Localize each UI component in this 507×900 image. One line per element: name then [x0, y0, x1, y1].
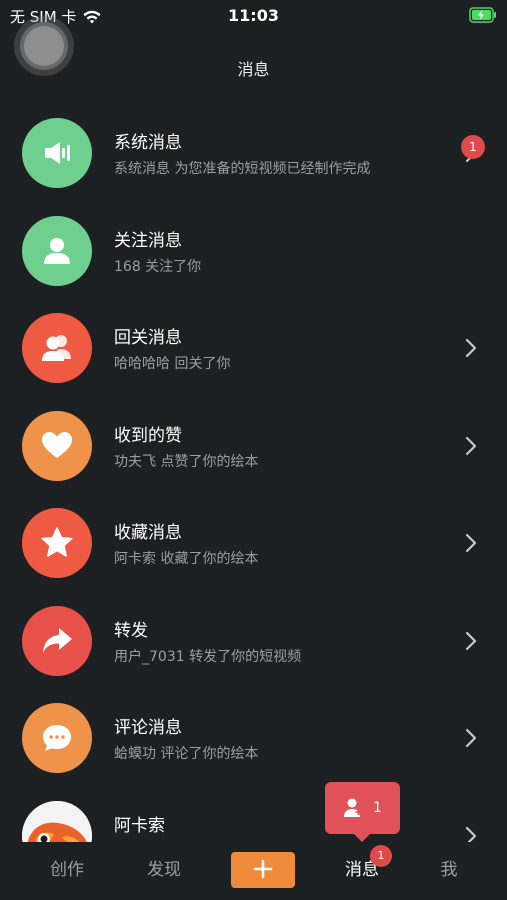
tab-unread-badge: 1: [370, 845, 392, 867]
item-title: 系统消息: [114, 133, 182, 153]
comments-avatar: [22, 703, 92, 773]
chevron-right-icon: [465, 436, 477, 455]
new-follower-toast[interactable]: 1: [325, 782, 400, 842]
heart-icon: [42, 431, 72, 458]
page-title: 消息: [237, 60, 270, 79]
tab-discover[interactable]: 发现: [134, 855, 194, 880]
list-item-follow[interactable]: 关注消息 168 关注了你: [0, 202, 507, 300]
likes-avatar: [22, 410, 92, 481]
list-item-follow-back[interactable]: 回关消息 哈哈哈哈 回关了你: [0, 299, 507, 397]
chevron-right-icon: [465, 631, 477, 650]
item-title: 转发: [114, 620, 148, 641]
list-item-share[interactable]: 转发 用户_7031 转发了你的短视频: [0, 592, 507, 690]
users-icon: [42, 335, 71, 361]
chevron-right-icon: [465, 728, 477, 748]
add-user-icon: [344, 798, 362, 817]
item-subtitle: 系统消息 为您准备的短视频已经制作完成: [114, 161, 371, 177]
message-list: 系统消息 系统消息 为您准备的短视频已经制作完成 关注消息 168 关注了你 回…: [0, 104, 507, 884]
system-avatar: [22, 118, 92, 188]
item-subtitle: 168 关注了你: [114, 258, 202, 275]
share-icon: [43, 627, 72, 653]
item-title: 评论消息: [114, 718, 182, 738]
toast-count: 1: [373, 800, 382, 816]
status-bar: 无 SIM 卡 11:03: [0, 0, 507, 32]
list-item-favorites[interactable]: 收藏消息 阿卡索 收藏了你的绘本: [0, 494, 507, 592]
share-avatar: [22, 605, 92, 676]
item-subtitle: 蛤蟆功 评论了你的绘本: [114, 746, 259, 762]
item-title: 关注消息: [114, 230, 182, 251]
tab-me[interactable]: 我: [419, 855, 479, 880]
create-plus-button[interactable]: [231, 852, 295, 888]
item-subtitle: 阿卡索 收藏了你的绘本: [114, 551, 259, 567]
item-title: 收到的赞: [114, 425, 182, 446]
chevron-right-icon: [465, 533, 477, 553]
item-title: 回关消息: [114, 328, 182, 348]
list-item-system[interactable]: 系统消息 系统消息 为您准备的短视频已经制作完成: [0, 104, 507, 202]
favorites-avatar: [22, 508, 92, 578]
list-item-comments[interactable]: 评论消息 蛤蟆功 评论了你的绘本: [0, 689, 507, 787]
tab-create[interactable]: 创作: [37, 855, 97, 880]
star-icon: [41, 527, 73, 557]
comment-icon: [43, 725, 71, 751]
item-subtitle: 哈哈哈哈 回关了你: [114, 356, 231, 372]
clock: 11:03: [228, 6, 279, 25]
follow-avatar: [22, 215, 92, 286]
plus-icon: [253, 859, 273, 879]
item-title: 收藏消息: [114, 523, 182, 543]
list-item-likes[interactable]: 收到的赞 功夫飞 点赞了你的绘本: [0, 397, 507, 495]
item-title: 阿卡索: [114, 815, 165, 836]
user-icon: [44, 237, 70, 264]
battery-charging-icon: [469, 7, 496, 23]
item-subtitle: 用户_7031 转发了你的短视频: [114, 648, 302, 665]
follow-back-avatar: [22, 313, 92, 383]
unread-badge: 1: [461, 135, 485, 159]
megaphone-icon: [45, 142, 70, 164]
item-subtitle: 功夫飞 点赞了你的绘本: [114, 453, 259, 470]
chevron-right-icon: [465, 338, 477, 358]
